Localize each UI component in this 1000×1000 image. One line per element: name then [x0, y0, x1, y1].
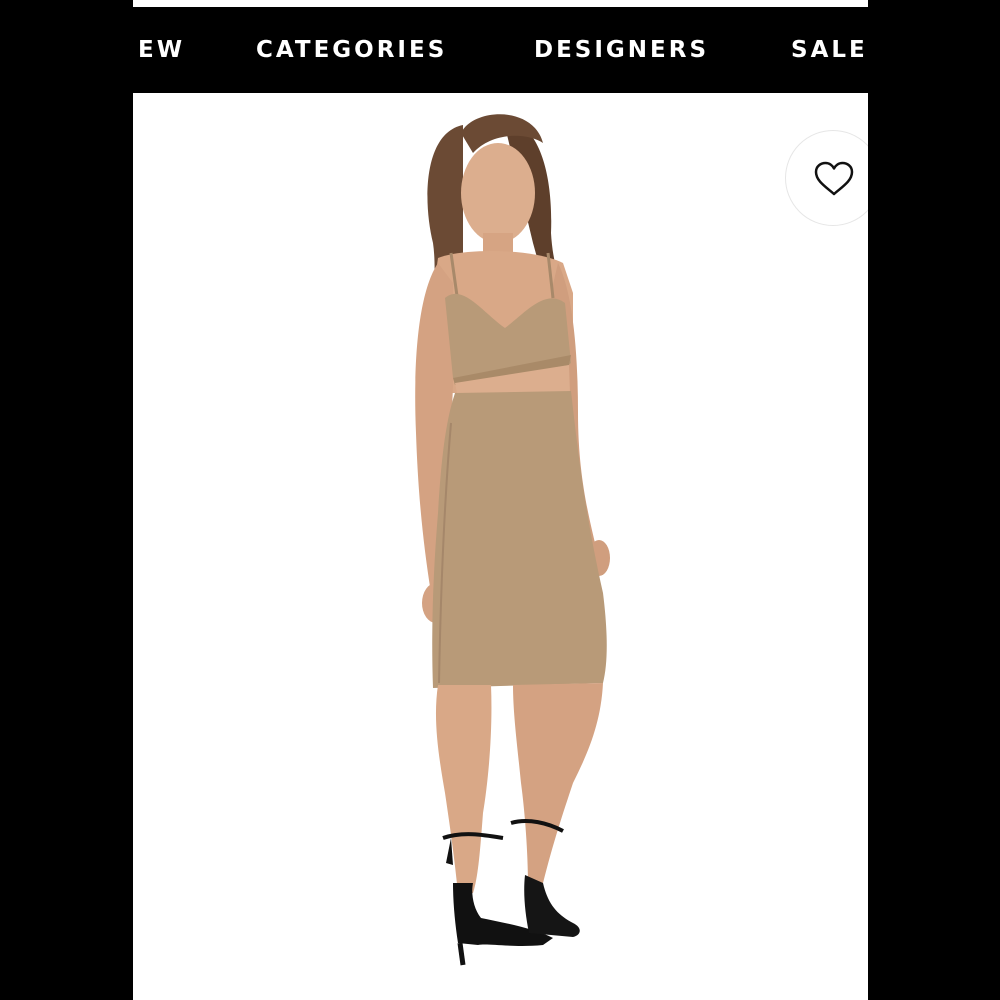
product-page-frame: EW CATEGORIES DESIGNERS SALE [133, 0, 868, 1000]
top-navigation-bar: EW CATEGORIES DESIGNERS SALE [133, 7, 868, 93]
nav-item-new[interactable]: EW [138, 7, 185, 93]
dress-skirt [432, 391, 607, 688]
face [461, 143, 535, 243]
left-leg [435, 685, 492, 893]
nav-item-designers[interactable]: DESIGNERS [534, 7, 709, 93]
heart-outline-icon [814, 161, 854, 196]
model-illustration [415, 114, 610, 966]
right-shoe [524, 875, 580, 937]
nav-item-categories[interactable]: CATEGORIES [256, 7, 447, 93]
nav-item-sale[interactable]: SALE [791, 7, 868, 93]
top-strip [133, 0, 868, 7]
right-leg [513, 683, 603, 885]
product-image[interactable] [133, 93, 868, 1000]
